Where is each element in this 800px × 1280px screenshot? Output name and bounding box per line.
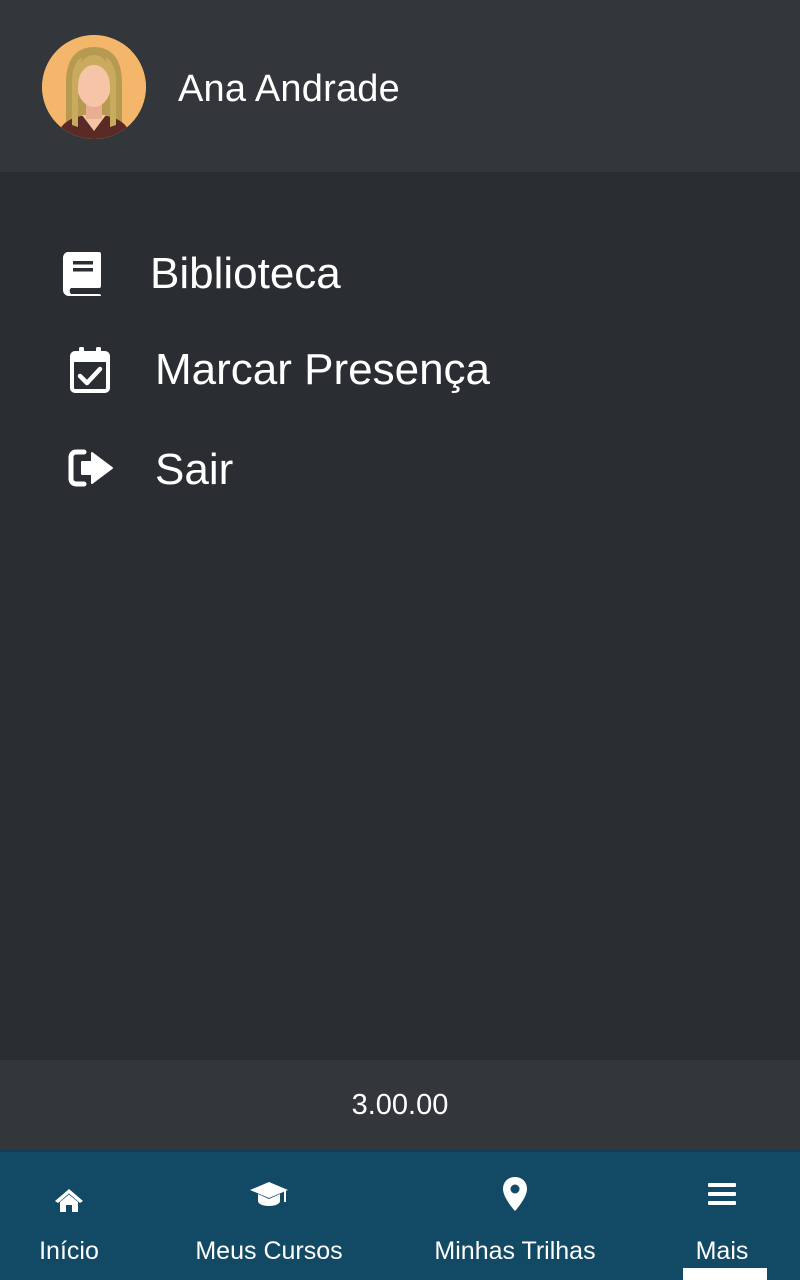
nav-tab-inicio[interactable]: Início	[8, 1152, 130, 1280]
menu-item-marcar-presenca[interactable]: Marcar Presença	[0, 322, 800, 418]
menu-icon	[700, 1172, 744, 1216]
nav-label: Meus Cursos	[195, 1237, 343, 1265]
app-root: Ana Andrade Biblioteca Marcar Presença S…	[0, 0, 800, 1280]
nav-tab-minhas-trilhas[interactable]: Minhas Trilhas	[420, 1152, 610, 1280]
sign-out-icon	[62, 438, 122, 498]
graduation-cap-icon	[247, 1172, 291, 1216]
user-name: Ana Andrade	[178, 68, 400, 110]
menu-item-label: Sair	[155, 445, 234, 494]
menu-item-label: Marcar Presença	[155, 345, 491, 394]
nav-tab-mais[interactable]: Mais	[672, 1152, 772, 1280]
menu-item-sair[interactable]: Sair	[0, 420, 800, 516]
map-marker-icon	[493, 1172, 537, 1216]
profile-header: Ana Andrade	[0, 0, 800, 172]
nav-label: Mais	[695, 1237, 749, 1265]
menu-item-biblioteca[interactable]: Biblioteca	[0, 224, 800, 320]
nav-tab-meus-cursos[interactable]: Meus Cursos	[180, 1152, 358, 1280]
nav-label: Início	[39, 1237, 99, 1265]
avatar[interactable]	[42, 35, 146, 139]
user-avatar-icon	[42, 35, 146, 139]
active-tab-indicator	[683, 1268, 767, 1280]
menu-item-label: Biblioteca	[150, 249, 341, 298]
home-icon	[47, 1178, 91, 1222]
version-text: 3.00.00	[351, 1089, 449, 1121]
version-bar: 3.00.00	[0, 1060, 800, 1150]
nav-label: Minhas Trilhas	[434, 1237, 596, 1265]
bottom-navigation: Início Meus Cursos Minhas Trilhas Mais	[0, 1150, 800, 1280]
calendar-check-icon	[60, 340, 120, 400]
book-icon	[52, 244, 112, 304]
